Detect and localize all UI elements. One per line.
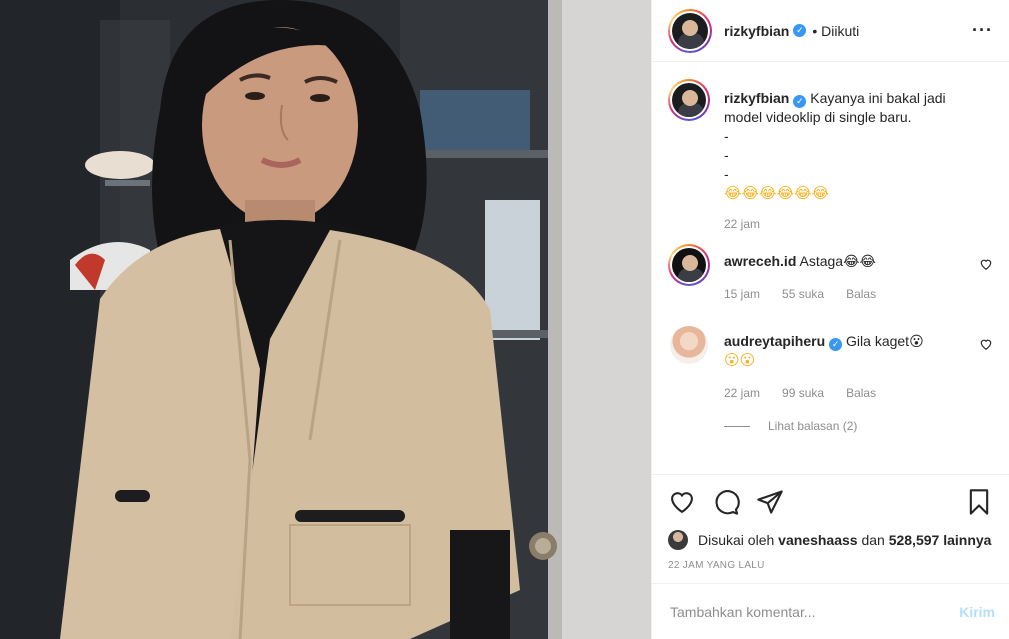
likes-suffix[interactable]: lainnya [943,532,991,548]
caption-avatar[interactable] [668,79,710,121]
view-replies-label: Lihat balasan (2) [768,419,858,433]
post-photo-image [0,0,651,639]
comment-bubble-icon[interactable] [712,488,740,516]
liker-avatar[interactable] [668,530,688,550]
comment-text-emojis: 😮😮 [724,351,756,369]
caption-line: - [724,147,729,163]
post-actions: Disukai oleh vaneshaass dan 528,597 lain… [652,474,1009,571]
comment-likes[interactable]: 55 suka [782,285,824,304]
more-options-icon[interactable]: ··· [972,20,993,41]
verified-badge-icon: ✓ [793,24,807,37]
post-timestamp[interactable]: 22 JAM YANG LALU [668,560,993,571]
comment-text: Astaga😂😂 [799,253,876,269]
caption: rizkyfbian ✓ Kayanya ini bakal jadi model… [668,79,993,234]
add-comment-bar: Kirim [652,583,1009,639]
comment-item: awreceh.id Astaga😂😂 15 jam 55 suka Balas [668,244,993,304]
caption-line: Kayanya ini bakal jadi [810,90,946,106]
instagram-post-view: rizkyfbian ✓ • Diikuti ··· rizkyfbian ✓ K… [0,0,1009,639]
commenter-avatar[interactable] [668,244,710,286]
commenter-username[interactable]: audreytapiheru [724,333,825,349]
likes-count[interactable]: 528,597 [889,532,940,548]
comment-likes[interactable]: 99 suka [782,384,824,403]
caption-emojis: 😂😂😂😂😂😂 [724,184,830,202]
caption-age: 22 jam [724,217,761,231]
comment-text: Gila kaget😮 [846,333,924,349]
follow-status[interactable]: • Diikuti [812,23,859,39]
post-header: rizkyfbian ✓ • Diikuti ··· [652,0,1009,62]
caption-line: - [724,128,729,144]
like-comment-heart-icon[interactable] [979,257,993,271]
author-avatar[interactable] [668,8,712,53]
save-bookmark-icon[interactable] [965,488,993,516]
verified-badge-icon: ✓ [793,95,807,108]
post-side-panel: rizkyfbian ✓ • Diikuti ··· rizkyfbian ✓ K… [651,0,1009,639]
commenter-username[interactable]: awreceh.id [724,253,796,269]
comment-age: 15 jam [724,287,761,301]
comment-item: audreytapiheru ✓ Gila kaget😮 😮😮 22 jam 99… [668,324,993,403]
reply-button[interactable]: Balas [846,285,876,304]
likes-prefix: Disukai oleh [698,532,775,548]
caption-line: - [724,166,729,182]
liker-username[interactable]: vaneshaass [778,532,857,548]
view-replies-divider [724,425,750,427]
reply-button[interactable]: Balas [846,384,876,403]
post-photo[interactable] [0,0,651,639]
comment-age: 22 jam [724,386,761,400]
author-username[interactable]: rizkyfbian [724,23,789,39]
like-comment-heart-icon[interactable] [979,337,993,351]
view-replies-button[interactable]: Lihat balasan (2) [724,419,993,433]
comment-input[interactable] [670,603,960,620]
verified-badge-icon: ✓ [829,338,843,351]
like-heart-icon[interactable] [668,488,696,516]
comments-list[interactable]: rizkyfbian ✓ Kayanya ini bakal jadi model… [652,63,1009,473]
post-comment-button[interactable]: Kirim [959,604,995,620]
caption-username[interactable]: rizkyfbian [724,90,789,106]
share-direct-icon[interactable] [756,488,784,516]
commenter-avatar[interactable] [670,326,708,364]
likes-and: dan [861,532,885,548]
likes-summary: Disukai oleh vaneshaass dan 528,597 lain… [668,530,993,550]
caption-line: model videoklip di single baru. [724,109,912,125]
